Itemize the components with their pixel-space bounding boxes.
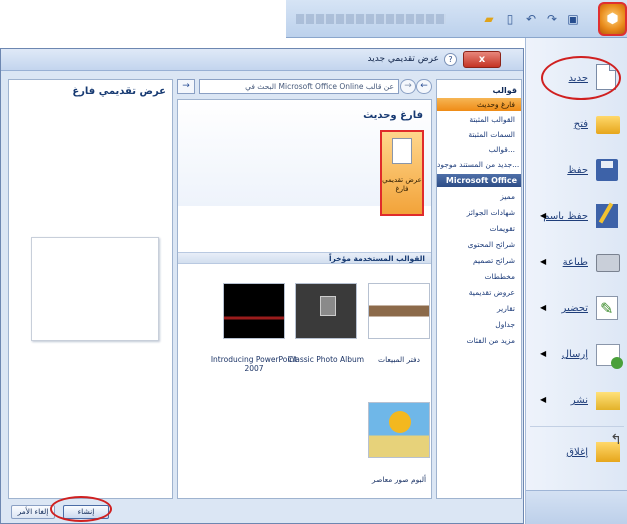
recent-templates-heading: القوالب المستخدمة مؤخراً: [178, 252, 431, 264]
category-item-calendars[interactable]: تقويمات: [437, 222, 521, 235]
template-thumbnail[interactable]: [223, 283, 285, 339]
quick-access-toolbar: ▰ ▯ ↶ ↷ ▣: [480, 8, 582, 30]
cancel-button[interactable]: إلغاء الأمر: [11, 505, 55, 519]
templates-panel: فارغ وحديث عرض تقديمي فارغ القوالب المست…: [177, 99, 432, 499]
forward-button[interactable]: →: [400, 79, 416, 94]
template-thumbnail[interactable]: [295, 283, 357, 339]
menu-item-label: فتح: [573, 119, 588, 130]
templates-heading: قوالب: [492, 86, 517, 95]
template-thumbnail[interactable]: [368, 402, 430, 458]
category-item-installed-themes[interactable]: السمات المثبتة: [437, 128, 521, 141]
online-heading: Microsoft Office Online: [437, 174, 521, 198]
office-menu: جديد فتح حفظ حفظ باسم ◀ طباعة ◀ تحضير ◀ …: [525, 38, 627, 524]
categories-panel: قوالب فارغ وحديث القوالب المثبتة السمات …: [436, 79, 522, 499]
template-label: Introducing PowerPoint 2007: [210, 355, 298, 373]
menu-item-label: إرسال: [561, 349, 588, 360]
save-as-icon: [596, 202, 622, 232]
menu-item-publish[interactable]: نشر ◀: [526, 380, 627, 422]
preview-panel: عرض تقديمي فارغ: [8, 79, 173, 499]
category-item-reports[interactable]: تقارير: [437, 302, 521, 315]
prepare-icon: [596, 294, 622, 324]
folder-open-icon: [596, 110, 622, 140]
blank-heading: فارغ وحديث: [363, 110, 423, 121]
new-presentation-dialog: عرض تقديمي جديد ? x قوالب فارغ وحديث الق…: [0, 48, 524, 524]
menu-item-print[interactable]: طباعة ◀: [526, 242, 627, 284]
menu-item-label: جديد: [568, 73, 588, 84]
category-item-featured[interactable]: مميز: [437, 190, 521, 203]
category-item-my-templates[interactable]: قوالب...: [437, 143, 521, 156]
menu-divider: [530, 426, 624, 427]
folder-open-icon[interactable]: ▰: [480, 10, 498, 28]
category-item-blank[interactable]: فارغ وحديث: [437, 98, 521, 111]
search-input[interactable]: البحث في Microsoft Office Online عن قالب: [199, 79, 399, 94]
menu-item-prepare[interactable]: تحضير ◀: [526, 288, 627, 330]
menu-item-label: حفظ: [567, 165, 588, 176]
submenu-arrow-icon: ◀: [540, 211, 547, 220]
menu-item-label: حفظ باسم: [543, 211, 588, 222]
menu-footer: [526, 490, 627, 524]
dialog-title-bar: عرض تقديمي جديد ? x: [1, 49, 523, 71]
save-icon[interactable]: ▣: [564, 10, 582, 28]
category-item-presentations[interactable]: عروض تقديمية: [437, 286, 521, 299]
close-doc-icon: [596, 432, 622, 468]
menu-item-label: إغلاق: [566, 447, 588, 458]
window-title: [296, 14, 446, 24]
flower-image: [389, 411, 411, 433]
menu-item-send[interactable]: إرسال ◀: [526, 334, 627, 376]
category-item-tables[interactable]: جداول: [437, 318, 521, 331]
menu-item-new[interactable]: جديد: [526, 58, 627, 100]
publish-icon: [596, 386, 622, 416]
template-thumbnail[interactable]: [368, 283, 430, 339]
menu-item-open[interactable]: فتح: [526, 104, 627, 146]
photo-placeholder: [320, 296, 336, 316]
category-item-installed-templates[interactable]: القوالب المثبتة: [437, 113, 521, 126]
close-button[interactable]: x: [463, 51, 501, 68]
category-item-awards[interactable]: شهادات الجوائز: [437, 206, 521, 219]
category-item-diagrams[interactable]: مخططات: [437, 270, 521, 283]
menu-item-label: طباعة: [562, 257, 588, 268]
new-doc-icon: [392, 138, 412, 164]
preview-title: عرض تقديمي فارغ: [72, 86, 166, 97]
category-item-more[interactable]: مزيد من الفئات: [437, 334, 521, 347]
send-icon: [596, 340, 623, 370]
preview-slide: [31, 237, 159, 341]
menu-item-save[interactable]: حفظ: [526, 150, 627, 192]
printer-icon: [596, 248, 622, 278]
undo-icon[interactable]: ↶: [522, 10, 540, 28]
help-icon[interactable]: ?: [444, 53, 457, 66]
thumbnail-label: عرض تقديمي فارغ: [382, 176, 422, 193]
submenu-arrow-icon: ◀: [540, 349, 547, 358]
create-button[interactable]: إنشاء: [63, 505, 109, 519]
blank-presentation-thumbnail[interactable]: عرض تقديمي فارغ: [380, 130, 424, 216]
submenu-arrow-icon: ◀: [540, 303, 547, 312]
submenu-arrow-icon: ◀: [540, 257, 547, 266]
template-label: ألبوم صور معاصر: [371, 475, 427, 484]
dialog-title: عرض تقديمي جديد: [367, 54, 439, 64]
back-button[interactable]: ←: [416, 79, 432, 94]
menu-item-label: نشر: [570, 395, 588, 406]
category-item-design-slides[interactable]: شرائح تصميم: [437, 254, 521, 267]
office-button[interactable]: ⬢: [598, 2, 627, 36]
category-item-content-slides[interactable]: شرائح المحتوى: [437, 238, 521, 251]
menu-item-save-as[interactable]: حفظ باسم ◀: [526, 196, 627, 238]
new-doc-icon: [596, 64, 622, 94]
redo-icon[interactable]: ↷: [543, 10, 561, 28]
new-doc-icon[interactable]: ▯: [501, 10, 519, 28]
category-item-new-from-existing[interactable]: جديد من المستند موجود...: [437, 158, 521, 171]
search-button[interactable]: →: [177, 79, 195, 94]
search-bar: ← → البحث في Microsoft Office Online عن …: [177, 79, 432, 95]
save-icon: [596, 156, 622, 186]
menu-item-label: تحضير: [561, 303, 588, 314]
menu-item-close[interactable]: إغلاق: [526, 432, 627, 474]
submenu-arrow-icon: ◀: [540, 395, 547, 404]
